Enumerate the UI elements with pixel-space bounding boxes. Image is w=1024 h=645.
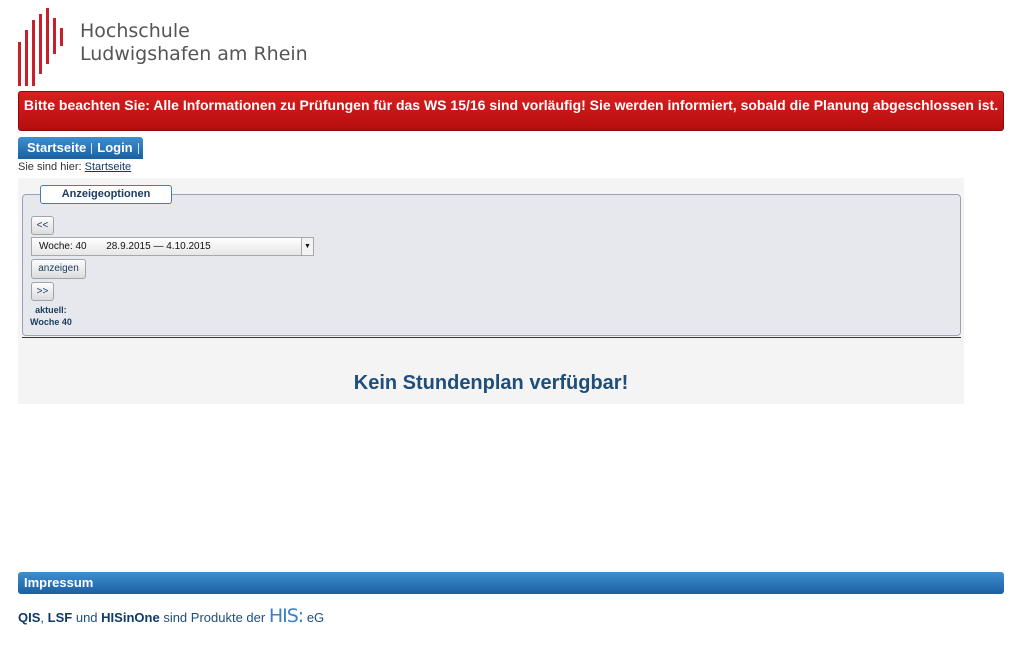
logo-bars-icon xyxy=(18,8,63,86)
university-name-line1: Hochschule xyxy=(80,20,190,42)
qis-link[interactable]: QIS xyxy=(18,610,40,625)
impressum-link[interactable]: Impressum xyxy=(24,575,93,590)
hisinone-link[interactable]: HISinOne xyxy=(101,610,160,625)
university-name: Hochschule Ludwigshafen am Rhein xyxy=(80,20,308,66)
current-week-label: aktuell: xyxy=(35,305,67,315)
dropdown-arrow-icon: ▼ xyxy=(301,238,313,255)
week-select[interactable]: Woche: 40 28.9.2015 — 4.10.2015 ▼ xyxy=(31,237,314,256)
display-options-legend[interactable]: Anzeigeoptionen xyxy=(40,185,172,204)
nav-startseite[interactable]: Startseite xyxy=(22,141,91,155)
previous-week-button[interactable]: << xyxy=(31,216,54,235)
breadcrumb-prefix: Sie sind hier: xyxy=(18,161,82,173)
lsf-link[interactable]: LSF xyxy=(48,610,73,625)
display-options-fieldset: Anzeigeoptionen << Woche: 40 28.9.2015 —… xyxy=(22,185,961,336)
his-logo[interactable]: HIS: xyxy=(269,605,304,627)
current-week-value: Woche 40 xyxy=(30,317,72,327)
schedule-panel: Anzeigeoptionen << Woche: 40 28.9.2015 —… xyxy=(18,178,964,404)
panel-divider xyxy=(22,337,961,338)
footer-bar: Impressum xyxy=(18,572,1004,594)
breadcrumb-link-startseite[interactable]: Startseite xyxy=(85,161,131,173)
show-button[interactable]: anzeigen xyxy=(31,259,86,279)
products-und: und xyxy=(75,610,98,625)
products-line: QIS, LSF und HISinOne sind Produkte der … xyxy=(18,605,324,627)
university-name-line2: Ludwigshafen am Rhein xyxy=(80,43,308,65)
main-nav: Startseite Login xyxy=(18,137,143,159)
no-schedule-message: Kein Stundenplan verfügbar! xyxy=(353,372,629,394)
products-eg: eG xyxy=(306,610,325,625)
current-week-info: aktuell: Woche 40 xyxy=(30,304,72,328)
products-comma: , xyxy=(40,610,45,625)
week-select-range: 28.9.2015 — 4.10.2015 xyxy=(106,241,211,252)
exam-notice-banner: Bitte beachten Sie: Alle Informationen z… xyxy=(18,91,1004,131)
products-text: sind Produkte der xyxy=(163,610,266,625)
week-select-week: Woche: 40 xyxy=(39,241,87,252)
next-week-button[interactable]: >> xyxy=(31,282,54,301)
nav-separator xyxy=(137,142,139,154)
nav-login[interactable]: Login xyxy=(92,141,137,155)
university-logo[interactable]: Hochschule Ludwigshafen am Rhein xyxy=(18,8,318,88)
breadcrumb: Sie sind hier: Startseite xyxy=(18,161,131,173)
